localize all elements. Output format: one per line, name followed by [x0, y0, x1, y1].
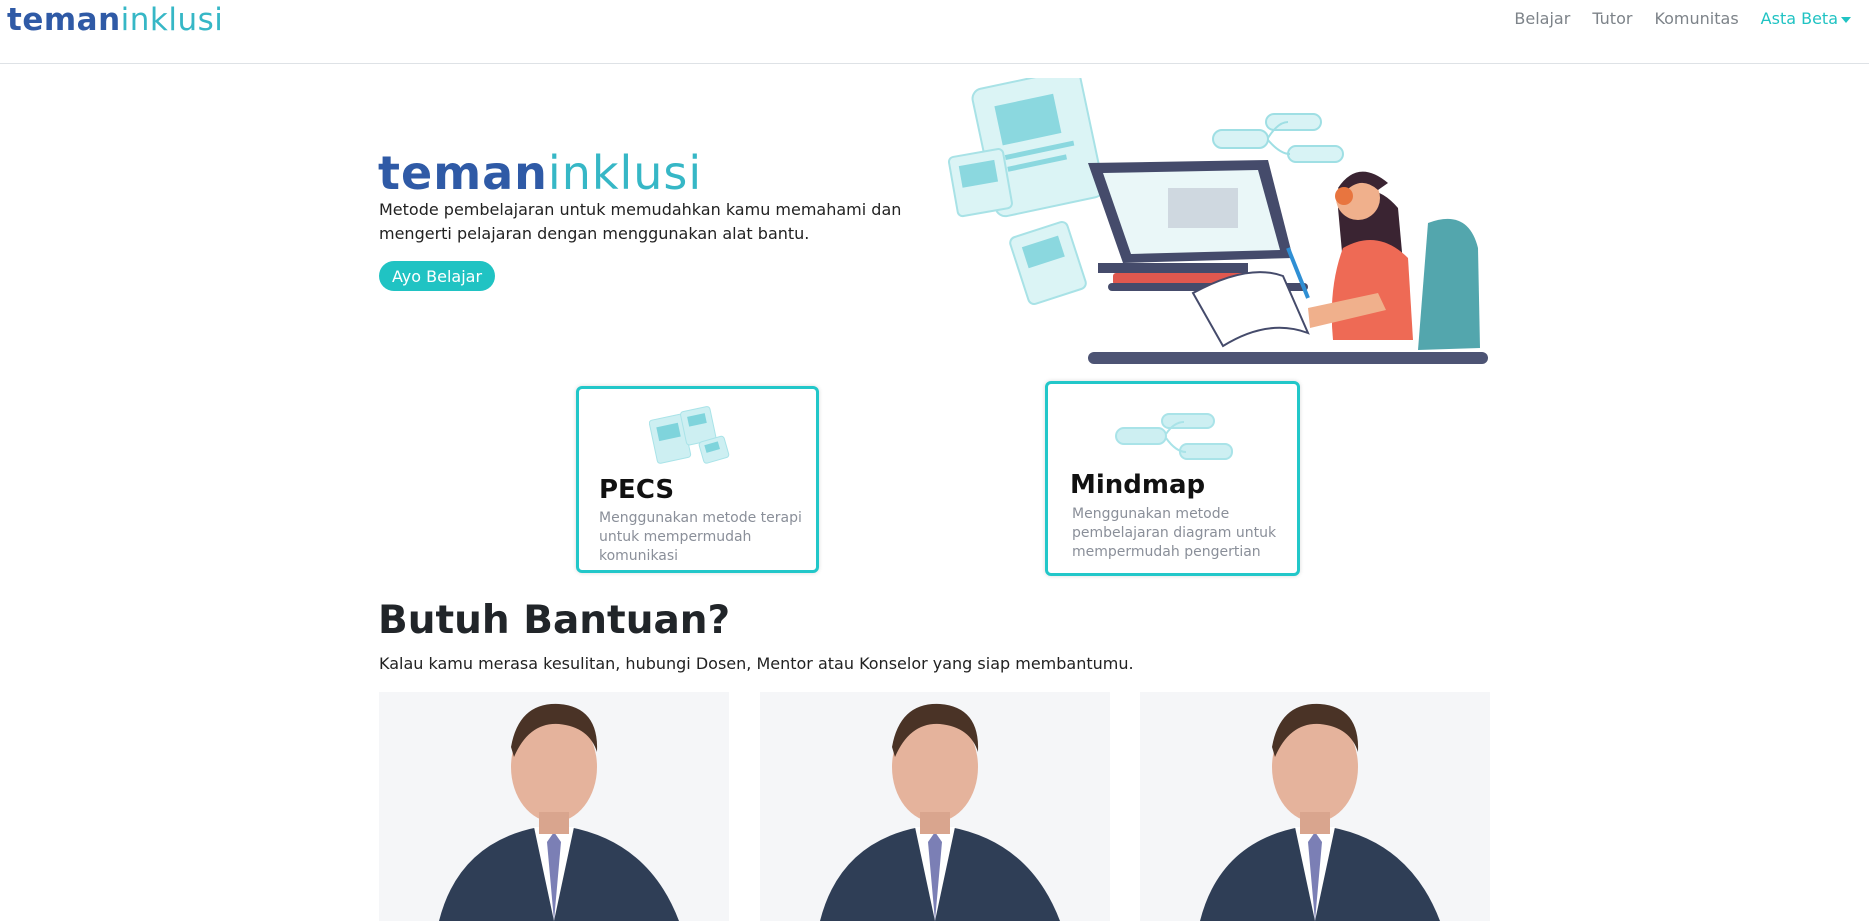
tutor-photo[interactable]: [1140, 692, 1490, 921]
mindmap-description: Menggunakan metode pembelajaran diagram …: [1072, 506, 1277, 560]
mindmap-title: Mindmap: [1070, 470, 1206, 500]
help-description: Kalau kamu merasa kesulitan, hubungi Dos…: [379, 654, 1134, 673]
hero-description: Metode pembelajaran untuk memudahkan kam…: [379, 200, 902, 243]
hero-logo-part1: teman: [378, 146, 548, 200]
ayo-belajar-button[interactable]: Ayo Belajar: [379, 261, 495, 291]
hero-logo: temaninklusi: [378, 150, 702, 196]
nav-link-komunitas[interactable]: Komunitas: [1654, 9, 1738, 28]
tutor-photo[interactable]: [379, 692, 729, 921]
user-name: Asta Beta: [1760, 9, 1838, 28]
mindmap-method-card[interactable]: Mindmap Menggunakan metode pembelajaran …: [1045, 381, 1300, 576]
tutor-portrait-image: [760, 692, 1110, 921]
tutor-portrait-image: [1140, 692, 1490, 921]
nav-links: Belajar Tutor Komunitas Asta Beta: [1514, 9, 1851, 28]
brand-logo-part1: teman: [7, 1, 121, 38]
nav-link-belajar[interactable]: Belajar: [1514, 9, 1570, 28]
hero-logo-part2: inklusi: [547, 146, 703, 200]
brand-logo[interactable]: teman inklusi: [7, 0, 223, 40]
chevron-down-icon: [1841, 16, 1851, 23]
pecs-title: PECS: [599, 475, 675, 505]
help-title: Butuh Bantuan?: [378, 598, 731, 643]
tutor-photo[interactable]: [760, 692, 1110, 921]
tutor-portrait-image: [379, 692, 729, 921]
mindmap-icon: [1115, 413, 1233, 460]
student-computer-illustration: [948, 78, 1488, 364]
pecs-method-card[interactable]: PECS Menggunakan metode terapi untuk mem…: [576, 386, 819, 573]
pecs-cards-icon: [649, 406, 730, 464]
user-menu-dropdown[interactable]: Asta Beta: [1761, 9, 1851, 28]
brand-logo-part2: inklusi: [120, 1, 224, 38]
nav-link-tutor[interactable]: Tutor: [1592, 9, 1632, 28]
pecs-description: Menggunakan metode terapi untuk mempermu…: [599, 510, 802, 564]
navbar: teman inklusi Belajar Tutor Komunitas Ast…: [0, 0, 1869, 64]
